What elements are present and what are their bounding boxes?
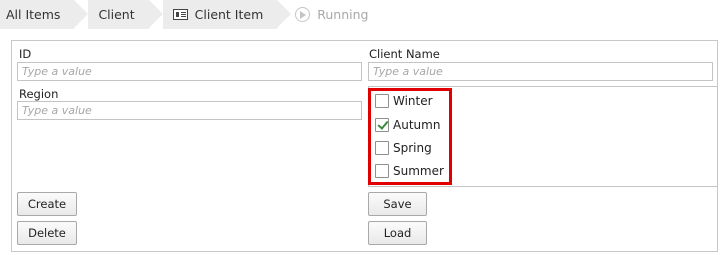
checkbox-label: Spring [393, 141, 432, 155]
client-name-input[interactable] [368, 62, 713, 81]
save-button[interactable]: Save [368, 192, 427, 216]
region-label: Region [19, 87, 59, 101]
breadcrumb-label: Client [98, 7, 135, 22]
create-button[interactable]: Create [17, 192, 77, 216]
id-label: ID [19, 47, 32, 61]
delete-button[interactable]: Delete [17, 221, 77, 245]
client-name-label: Client Name [369, 47, 440, 61]
breadcrumb-label: Client Item [194, 7, 264, 22]
region-input[interactable] [17, 101, 362, 120]
breadcrumb-all-items[interactable]: All Items [0, 0, 89, 29]
id-input[interactable] [17, 62, 362, 81]
checkbox-winter[interactable]: Winter [375, 93, 433, 109]
checkmark-icon[interactable] [375, 118, 389, 132]
breadcrumb: All Items Client Client Item Running [0, 0, 721, 29]
checkbox-box[interactable] [375, 141, 389, 155]
client-form-panel: ID Client Name Region Winter Autumn Spri… [11, 40, 718, 252]
breadcrumb-label: All Items [6, 7, 61, 22]
checkbox-label: Summer [393, 164, 444, 178]
breadcrumb-client[interactable]: Client [88, 0, 163, 29]
load-button[interactable]: Load [368, 221, 427, 245]
checkbox-label: Autumn [393, 118, 441, 132]
checkbox-box[interactable] [375, 164, 389, 178]
checkbox-box[interactable] [375, 94, 389, 108]
form-icon [172, 9, 188, 20]
breadcrumb-client-item[interactable]: Client Item [162, 0, 291, 29]
checkbox-autumn[interactable]: Autumn [375, 117, 440, 133]
checkbox-label: Winter [393, 94, 433, 108]
checkbox-spring[interactable]: Spring [375, 140, 432, 156]
checkbox-summer[interactable]: Summer [375, 163, 444, 179]
status-running: Running [291, 0, 369, 29]
status-label: Running [317, 7, 369, 22]
play-icon [295, 7, 311, 22]
season-checkbox-list: Winter Autumn Spring Summer [368, 86, 718, 187]
